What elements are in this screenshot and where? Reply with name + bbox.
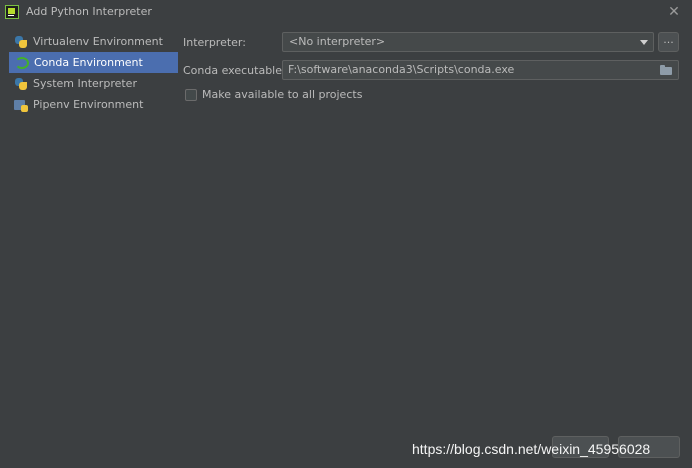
chevron-down-icon	[640, 40, 648, 45]
python-icon	[14, 77, 28, 91]
make-available-label: Make available to all projects	[202, 88, 363, 101]
make-available-checkbox[interactable]	[185, 88, 197, 101]
sidebar-item-virtualenv[interactable]: Virtualenv Environment	[9, 31, 178, 52]
interpreter-label: Interpreter:	[183, 36, 246, 49]
interpreter-dropdown[interactable]: <No interpreter>	[282, 32, 654, 52]
close-icon[interactable]: ✕	[666, 4, 682, 20]
window-title: Add Python Interpreter	[26, 5, 152, 18]
sidebar-item-label: Virtualenv Environment	[33, 35, 163, 48]
python-icon	[14, 35, 28, 49]
conda-executable-path: F:\software\anaconda3\Scripts\conda.exe	[288, 63, 515, 76]
conda-executable-field[interactable]: F:\software\anaconda3\Scripts\conda.exe	[282, 60, 679, 80]
pycharm-app-icon	[5, 5, 19, 19]
make-available-checkbox-row[interactable]: Make available to all projects	[185, 88, 362, 101]
conda-executable-label: Conda executable:	[183, 64, 286, 77]
pipenv-icon	[14, 98, 28, 112]
title-bar: Add Python Interpreter ✕	[0, 0, 692, 24]
environment-type-list: Virtualenv Environment Conda Environment…	[9, 31, 178, 115]
interpreter-dropdown-value: <No interpreter>	[289, 35, 386, 48]
sidebar-item-label: Pipenv Environment	[33, 98, 144, 111]
sidebar-item-label: Conda Environment	[34, 56, 143, 69]
add-python-interpreter-dialog: Add Python Interpreter ✕ Virtualenv Envi…	[0, 0, 692, 468]
conda-icon	[15, 56, 29, 69]
browse-interpreter-button[interactable]: ...	[658, 32, 679, 52]
sidebar-item-system-interpreter[interactable]: System Interpreter	[9, 73, 178, 94]
sidebar-item-conda[interactable]: Conda Environment	[9, 52, 178, 73]
sidebar-item-pipenv[interactable]: Pipenv Environment	[9, 94, 178, 115]
folder-icon[interactable]	[660, 65, 672, 75]
sidebar-item-label: System Interpreter	[33, 77, 137, 90]
watermark-text: https://blog.csdn.net/weixin_45956028	[412, 441, 651, 457]
